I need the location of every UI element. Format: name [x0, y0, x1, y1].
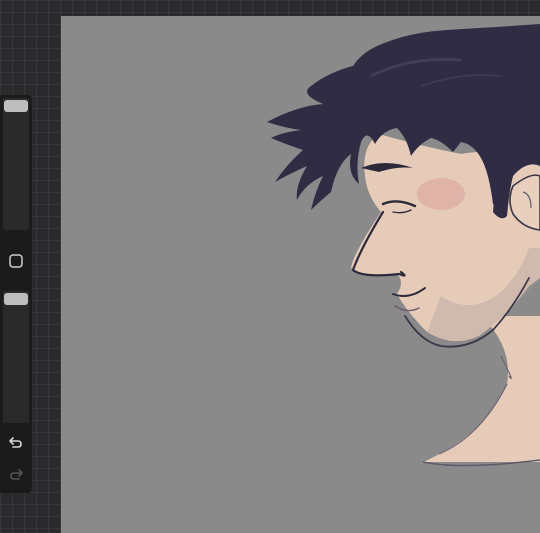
brush-size-slider-thumb[interactable]: [4, 100, 28, 112]
brush-size-slider[interactable]: [3, 98, 29, 230]
drawing-canvas[interactable]: [61, 16, 540, 533]
artwork: [267, 24, 540, 467]
app-workspace: [0, 0, 540, 533]
undo-button[interactable]: [6, 432, 26, 452]
opacity-slider[interactable]: [3, 291, 29, 423]
tool-sidebar: [0, 95, 32, 493]
redo-button[interactable]: [6, 464, 26, 484]
undo-arrow-icon: [9, 437, 22, 448]
opacity-slider-thumb[interactable]: [4, 293, 28, 305]
square-outline-icon: [9, 254, 23, 268]
cheek-blush: [417, 178, 465, 210]
modify-button[interactable]: [6, 251, 26, 271]
redo-arrow-icon: [10, 469, 23, 480]
